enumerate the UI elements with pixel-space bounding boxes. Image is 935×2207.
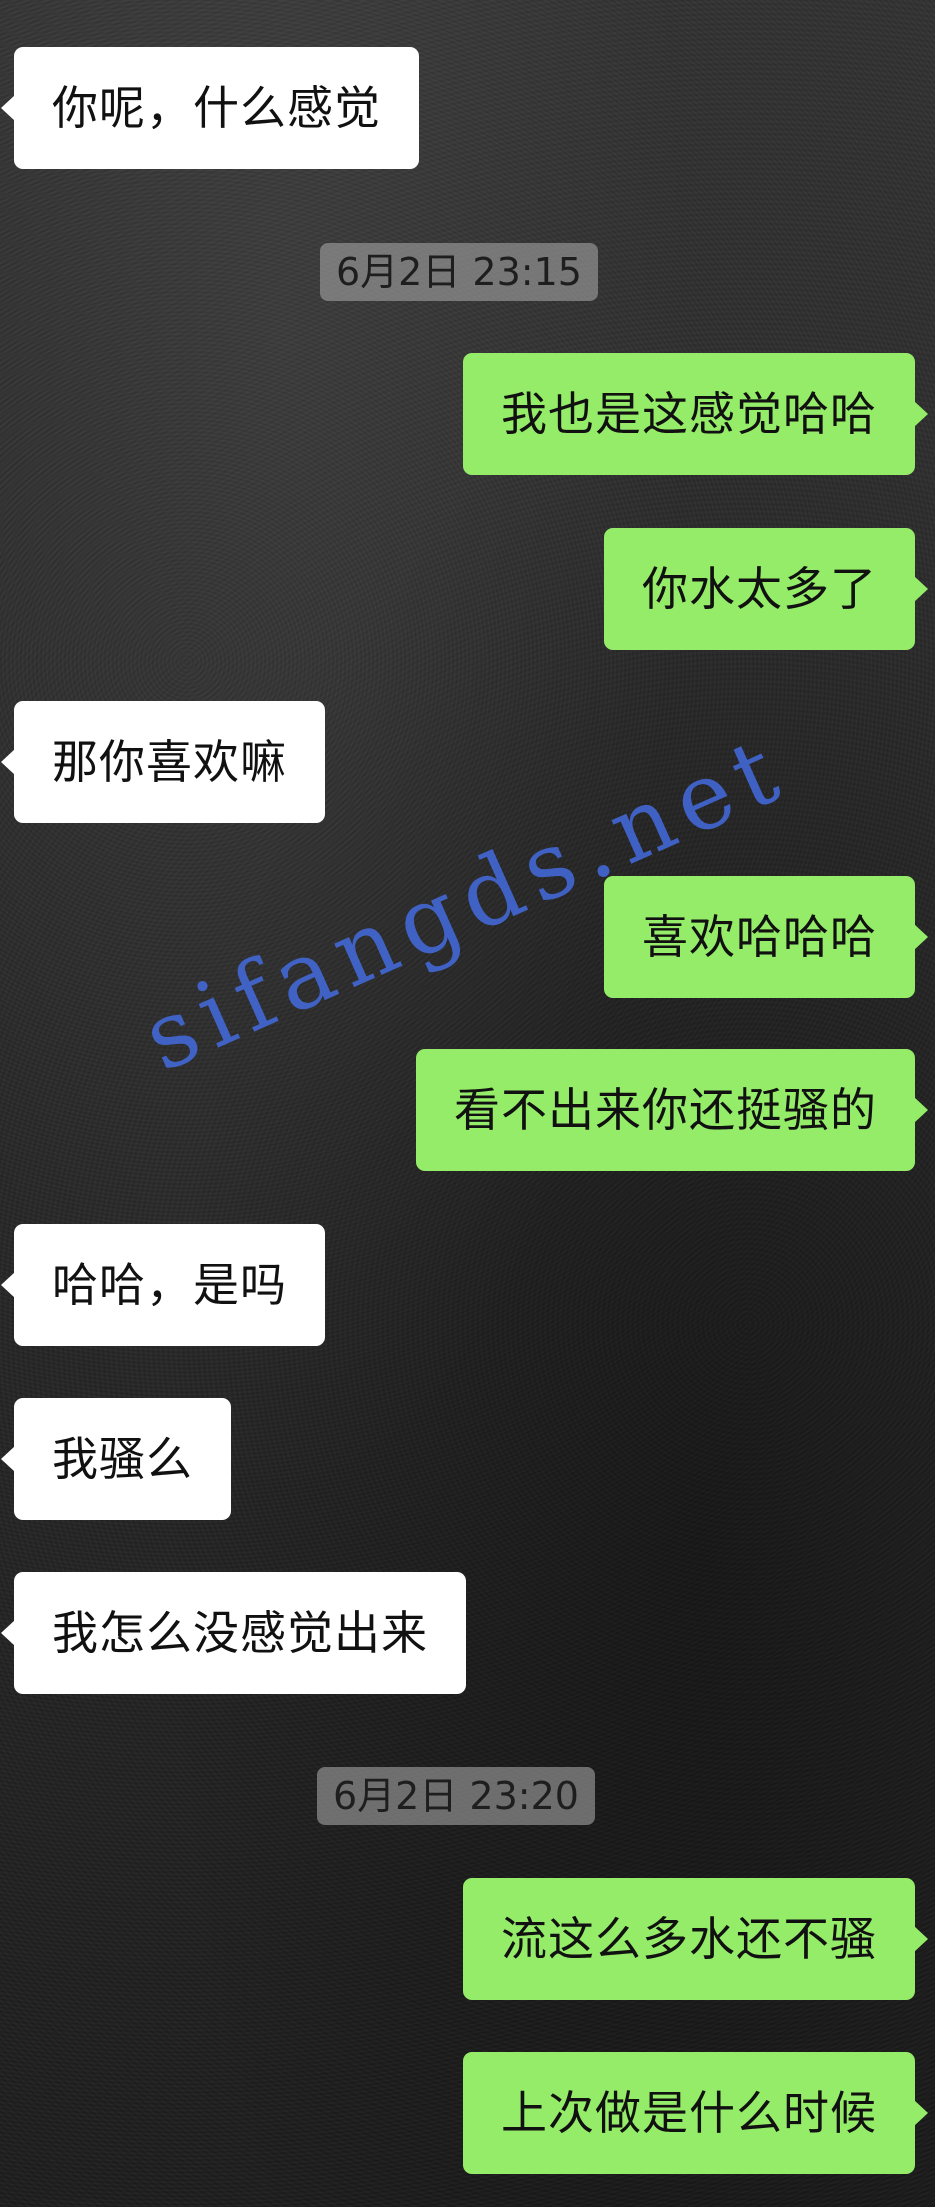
outgoing-message-bubble[interactable]: 你水太多了 xyxy=(604,528,928,650)
incoming-message-bubble[interactable]: 那你喜欢嘛 xyxy=(1,701,325,823)
outgoing-message-bubble[interactable]: 喜欢哈哈哈 xyxy=(604,876,928,998)
outgoing-message-bubble[interactable]: 上次做是什么时候 xyxy=(463,2052,928,2174)
outgoing-message-bubble[interactable]: 我也是这感觉哈哈 xyxy=(463,353,928,475)
timestamp-label: 6月2日 23:15 xyxy=(320,243,598,301)
outgoing-message-bubble[interactable]: 流这么多水还不骚 xyxy=(463,1878,928,2000)
incoming-message-bubble[interactable]: 哈哈，是吗 xyxy=(1,1224,325,1346)
chat-message-list[interactable]: 你呢，什么感觉 6月2日 23:15 我也是这感觉哈哈 你水太多了 那你喜欢嘛 … xyxy=(0,0,935,2207)
incoming-message-bubble[interactable]: 你呢，什么感觉 xyxy=(1,47,419,169)
incoming-message-bubble[interactable]: 我怎么没感觉出来 xyxy=(1,1572,466,1694)
timestamp-label: 6月2日 23:20 xyxy=(317,1767,595,1825)
incoming-message-bubble[interactable]: 我骚么 xyxy=(1,1398,231,1520)
outgoing-message-bubble[interactable]: 看不出来你还挺骚的 xyxy=(416,1049,928,1171)
